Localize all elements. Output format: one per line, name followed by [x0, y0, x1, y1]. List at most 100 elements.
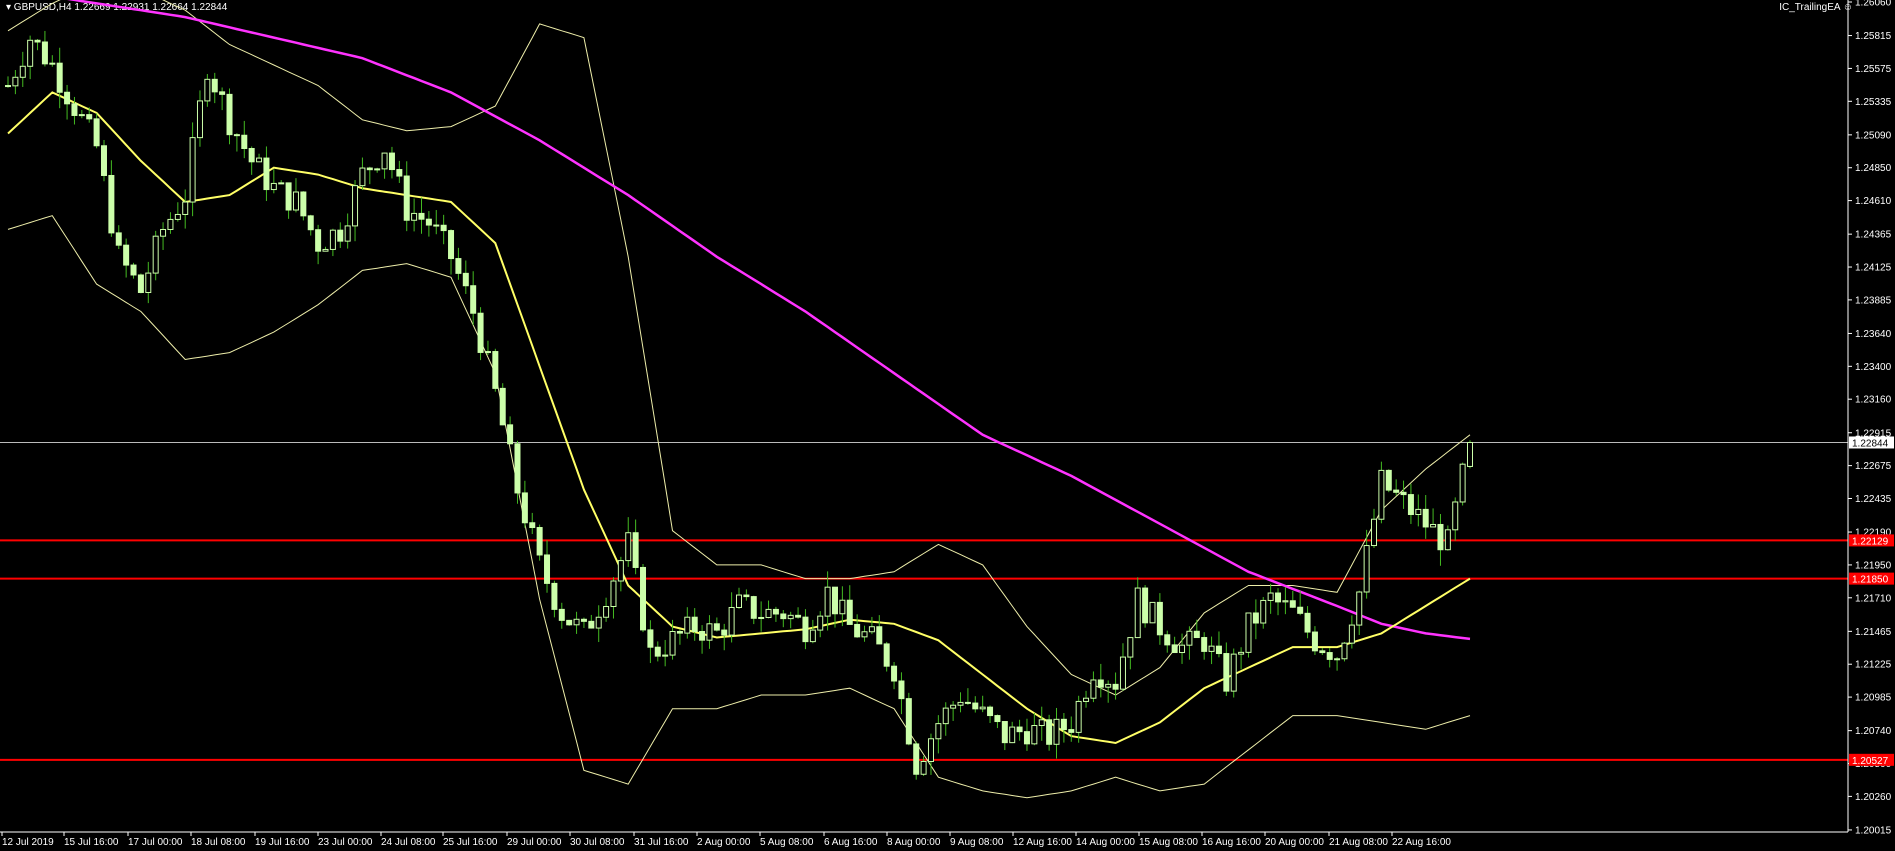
candle-body	[610, 580, 617, 608]
candle-body	[285, 182, 292, 211]
candle-body	[5, 85, 11, 88]
candle-body	[1046, 719, 1053, 745]
level-price-tag-label: 1.22129	[1852, 536, 1889, 547]
candle-body	[1031, 725, 1038, 745]
time-tick-label: 18 Jul 08:00	[191, 837, 246, 848]
price-chart[interactable]: 1.26060 1.25815 1.25575 1.25335 1.25090 1.248…	[0, 0, 1895, 851]
candle-body	[433, 224, 440, 227]
candle-body	[1341, 642, 1348, 660]
candle-body	[883, 643, 890, 667]
price-axis[interactable]: 1.26060 1.25815 1.25575 1.25335 1.25090 1.248…	[1847, 0, 1892, 836]
candle-body	[891, 665, 898, 682]
price-tick-label: 1.20260	[1855, 792, 1892, 803]
candle-body	[1378, 469, 1385, 520]
candle-body	[78, 114, 85, 117]
level-price-tag-label: 1.20527	[1852, 756, 1889, 767]
candle-body	[411, 212, 418, 221]
candle-body	[1001, 721, 1008, 744]
candle-body	[743, 594, 750, 598]
price-tick-label: 1.24610	[1855, 196, 1892, 207]
candle-body	[322, 248, 329, 252]
time-tick-label: 17 Jul 00:00	[128, 837, 183, 848]
candle-body	[300, 191, 307, 217]
candle-body	[1252, 612, 1259, 624]
candle-body	[189, 137, 196, 203]
candle-body	[484, 351, 491, 354]
time-tick-label: 2 Aug 00:00	[697, 837, 751, 848]
candle-body	[617, 560, 624, 582]
candle-body	[455, 258, 462, 274]
candle-body	[566, 619, 573, 626]
time-tick-label: 24 Jul 08:00	[381, 837, 436, 848]
candle-body	[654, 646, 661, 657]
candle-body	[544, 554, 551, 584]
candle-body	[1437, 523, 1444, 551]
candle-body	[41, 41, 48, 65]
candle-body	[1112, 683, 1119, 690]
price-tick-label: 1.25575	[1855, 64, 1892, 75]
candle-body	[647, 629, 654, 648]
candle-body	[861, 631, 868, 638]
candle-body	[448, 230, 455, 260]
candle-body	[573, 618, 580, 626]
candle-body	[854, 623, 861, 638]
candle-body	[278, 182, 285, 185]
candle-body	[366, 167, 373, 171]
price-tick-label: 1.20015	[1855, 825, 1892, 836]
candle-body	[145, 272, 152, 293]
candle-body	[758, 616, 765, 619]
candle-body	[337, 229, 344, 242]
candle-body	[1311, 631, 1318, 652]
time-tick-label: 20 Aug 00:00	[1265, 837, 1324, 848]
candle-body	[817, 615, 824, 631]
time-tick-label: 19 Jul 16:00	[255, 837, 310, 848]
candle-body	[927, 738, 934, 762]
candle-body	[1393, 489, 1400, 493]
time-tick-label: 30 Jul 08:00	[570, 837, 625, 848]
candle-body	[765, 608, 772, 618]
candle-body	[514, 443, 521, 494]
candle-body	[1289, 600, 1296, 608]
candle-body	[418, 212, 425, 220]
candle-body	[957, 701, 964, 706]
candle-body	[1149, 601, 1156, 624]
candle-body	[359, 167, 366, 187]
time-axis[interactable]: 12 Jul 2019 15 Jul 16:00 17 Jul 00:00 18 Ju…	[0, 831, 1848, 848]
candle-body	[691, 616, 698, 633]
candle-body	[1053, 718, 1060, 745]
candle-body	[263, 157, 270, 191]
candle-body	[780, 613, 787, 620]
candle-body	[34, 39, 41, 43]
candle-body	[1179, 644, 1186, 654]
candle-body	[492, 351, 499, 389]
candle-body	[233, 134, 240, 137]
candle-body	[1304, 612, 1311, 633]
candle-body	[137, 274, 144, 293]
time-tick-label: 16 Aug 16:00	[1202, 837, 1261, 848]
candle-body	[1119, 656, 1126, 690]
candle-body	[64, 91, 71, 105]
candle-body	[93, 118, 100, 147]
candle-body	[477, 312, 484, 353]
candle-body	[152, 235, 159, 274]
price-tick-label: 1.24365	[1855, 230, 1892, 241]
candle-body	[521, 492, 528, 524]
candle-body	[1068, 729, 1075, 733]
candle-body	[396, 169, 403, 177]
candle-body	[1142, 587, 1149, 624]
time-tick-label: 12 Jul 2019	[2, 837, 54, 848]
candle-body	[12, 76, 19, 87]
candle-body	[603, 606, 610, 618]
candle-body	[950, 704, 957, 709]
candle-body	[19, 65, 26, 78]
candle-body	[123, 244, 130, 266]
candle-body	[56, 62, 63, 93]
candle-body	[558, 608, 565, 621]
candle-body	[1452, 501, 1459, 531]
time-tick-label: 9 Aug 08:00	[950, 837, 1004, 848]
candle-body	[1238, 651, 1245, 655]
candle-body	[1348, 624, 1355, 644]
candle-body	[329, 229, 336, 250]
candle-body	[1230, 653, 1237, 692]
candle-body	[1208, 645, 1215, 652]
